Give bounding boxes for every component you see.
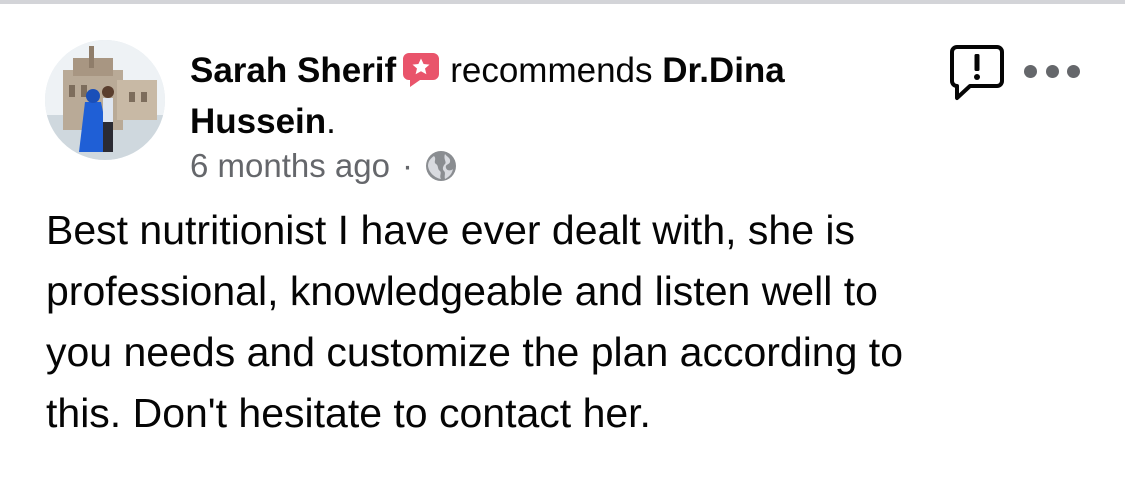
post-header: Sarah Sherif recommends Dr.Dina Hussein. — [190, 48, 920, 144]
review-text: Best nutritionist I have ever dealt with… — [46, 200, 1086, 444]
review-line: Best nutritionist I have ever dealt with… — [46, 207, 856, 253]
top-divider — [0, 0, 1125, 4]
globe-icon[interactable] — [425, 150, 457, 182]
post-meta: 6 months ago · — [190, 146, 457, 186]
more-dots-icon — [1024, 64, 1037, 78]
review-line: you needs and customize the plan accordi… — [46, 329, 903, 375]
author-name[interactable]: Sarah Sherif — [190, 51, 396, 90]
review-line: professional, knowledgeable and listen w… — [46, 268, 878, 314]
recommend-badge-icon — [402, 52, 440, 99]
recommends-label: recommends — [450, 51, 653, 90]
avatar-photo — [45, 40, 165, 160]
target-period: . — [326, 102, 336, 141]
more-options-button[interactable] — [1024, 56, 1080, 86]
post-timestamp[interactable]: 6 months ago — [190, 146, 390, 186]
report-button[interactable] — [948, 44, 1006, 102]
report-icon — [950, 45, 1004, 100]
meta-separator: · — [401, 147, 413, 184]
review-line: this. Don't hesitate to contact her. — [46, 390, 651, 436]
avatar[interactable] — [45, 40, 165, 160]
more-dots-icon — [1045, 64, 1059, 78]
more-dots-icon — [1067, 64, 1080, 78]
